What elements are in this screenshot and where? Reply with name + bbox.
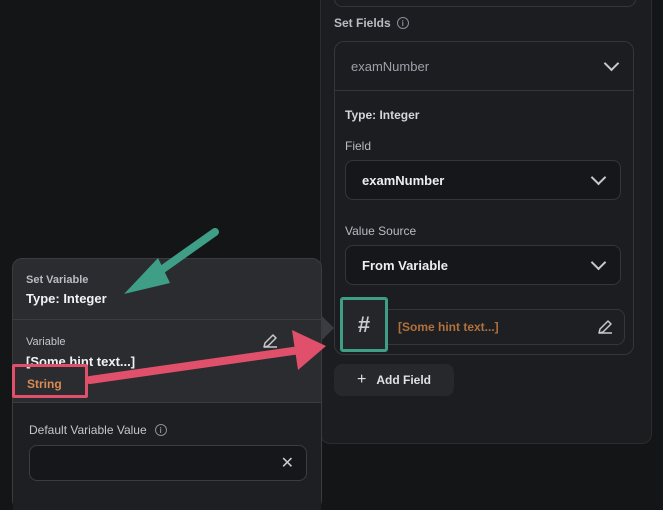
hash-symbol: #	[357, 311, 371, 337]
add-field-label: Add Field	[376, 373, 431, 387]
integer-type-icon[interactable]: #	[340, 297, 388, 352]
string-highlight-box	[12, 364, 88, 398]
divider	[13, 319, 321, 320]
pencil-icon[interactable]	[261, 332, 279, 350]
field-collapse-header[interactable]: examNumber	[335, 42, 633, 91]
clear-icon[interactable]: ✕	[281, 453, 294, 473]
value-source-select[interactable]: From Variable	[345, 245, 621, 285]
chevron-down-icon	[590, 169, 607, 186]
popover-type-line: Type: Integer	[26, 291, 107, 306]
chevron-down-icon[interactable]	[603, 55, 620, 72]
add-field-button[interactable]: + Add Field	[334, 364, 454, 396]
panel-top-stub	[334, 0, 636, 7]
field-type-line: Type: Integer	[345, 108, 420, 122]
field-select[interactable]: examNumber	[345, 160, 621, 200]
field-select-value: examNumber	[362, 172, 445, 188]
popover-pointer	[320, 314, 334, 342]
chevron-down-icon	[590, 254, 607, 271]
info-icon[interactable]: i	[396, 17, 409, 29]
field-label: Field	[345, 139, 372, 153]
value-source-label: Value Source	[345, 224, 417, 238]
plus-icon: +	[356, 371, 367, 388]
variable-label: Variable	[26, 336, 66, 348]
popover-title: Set Variable	[26, 274, 89, 286]
set-fields-label: Set Fields	[334, 16, 391, 30]
info-icon[interactable]: i	[154, 424, 167, 436]
default-value-label-row: Default Variable Value i	[29, 423, 167, 437]
set-fields-header: Set Fields i	[334, 16, 409, 30]
pencil-icon[interactable]	[596, 318, 614, 336]
field-header-label: examNumber	[351, 58, 430, 74]
default-value-label: Default Variable Value	[29, 423, 147, 437]
default-value-section: Default Variable Value i ✕	[13, 402, 321, 510]
value-source-value: From Variable	[362, 257, 448, 273]
variable-hint-text: [Some hint text...]	[398, 320, 499, 334]
default-value-input[interactable]: ✕	[29, 445, 307, 481]
